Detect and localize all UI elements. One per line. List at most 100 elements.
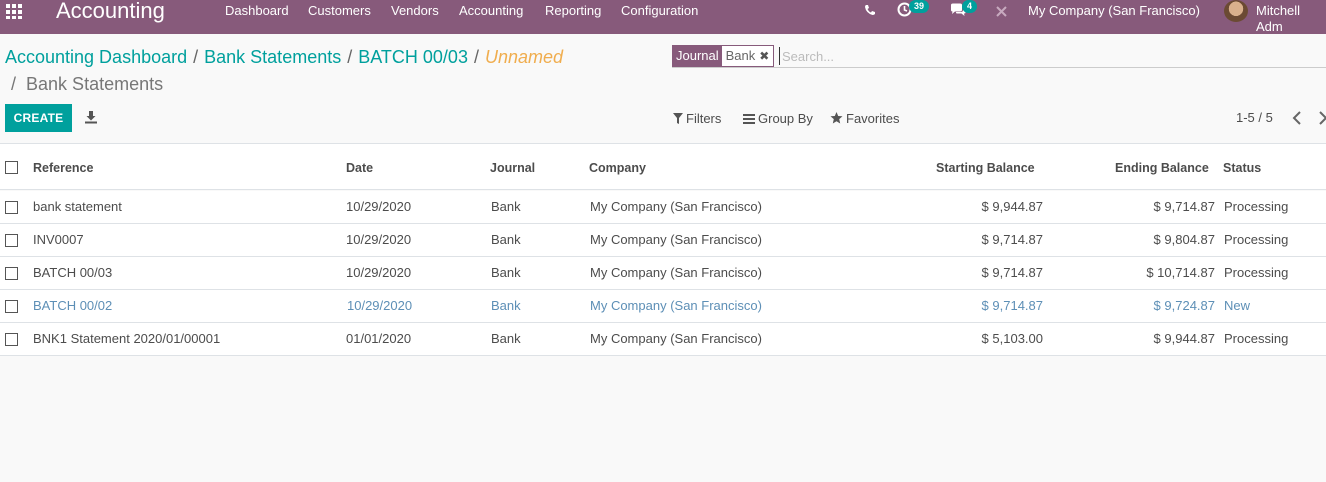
cell-starting-balance: $ 9,714.87 xyxy=(981,232,1043,247)
group-by-label: Group By xyxy=(758,111,813,126)
cell-ending-balance: $ 9,944.87 xyxy=(1153,331,1215,346)
table-header-row: Reference Date Journal Company Starting … xyxy=(0,143,1326,190)
breadcrumb-separator: / xyxy=(347,47,353,67)
column-header-ending-balance[interactable]: Ending Balance xyxy=(1115,160,1209,176)
cell-date: 10/29/2020 xyxy=(347,298,413,313)
cell-company: My Company (San Francisco) xyxy=(590,265,762,280)
menu-accounting[interactable]: Accounting xyxy=(459,3,523,19)
row-checkbox[interactable] xyxy=(5,201,18,214)
row-checkbox[interactable] xyxy=(5,333,18,346)
tools-icon[interactable] xyxy=(996,6,1007,17)
facet-value: Bank xyxy=(721,46,760,66)
cell-journal: Bank xyxy=(491,232,521,247)
cell-status: New xyxy=(1224,298,1251,313)
favorites-label: Favorites xyxy=(846,111,900,126)
cell-status: Processing xyxy=(1224,232,1289,247)
cell-company: My Company (San Francisco) xyxy=(590,199,762,214)
favorites-button[interactable]: Favorites xyxy=(830,111,899,127)
table-row[interactable]: BATCH 00/03 10/29/2020 Bank My Company (… xyxy=(0,257,1326,290)
search-bar: Journal Bank ✖ xyxy=(672,45,1326,68)
cell-status: Processing xyxy=(1224,265,1289,280)
cell-starting-balance: $ 9,944.87 xyxy=(981,199,1043,214)
filter-icon xyxy=(673,113,683,124)
phone-icon[interactable] xyxy=(864,4,876,16)
menu-reporting[interactable]: Reporting xyxy=(545,3,601,19)
user-menu[interactable]: Mitchell Adm xyxy=(1256,3,1326,35)
breadcrumb: Accounting Dashboard / Bank Statements / BAT… xyxy=(5,45,563,69)
cell-starting-balance: $ 9,714.87 xyxy=(981,265,1043,280)
cell-starting-balance: $ 5,103.00 xyxy=(981,331,1043,346)
column-header-company[interactable]: Company xyxy=(589,160,646,176)
menu-vendors[interactable]: Vendors xyxy=(391,3,439,19)
breadcrumb-unnamed[interactable]: Unnamed xyxy=(485,47,563,67)
cell-status: Processing xyxy=(1224,199,1289,214)
select-all-checkbox[interactable] xyxy=(5,161,18,174)
chevron-left-icon[interactable] xyxy=(1290,109,1304,127)
search-input[interactable] xyxy=(779,47,1319,65)
column-header-reference[interactable]: Reference xyxy=(33,160,93,176)
breadcrumb-batch[interactable]: BATCH 00/03 xyxy=(358,47,468,67)
row-checkbox[interactable] xyxy=(5,234,18,247)
breadcrumb-bank-statements[interactable]: Bank Statements xyxy=(204,47,341,67)
cell-company: My Company (San Francisco) xyxy=(590,331,762,346)
cell-journal: Bank xyxy=(491,199,521,214)
table-row[interactable]: BNK1 Statement 2020/01/00001 01/01/2020 … xyxy=(0,323,1326,356)
cell-ending-balance: $ 9,724.87 xyxy=(1153,298,1215,313)
table-row[interactable]: bank statement 10/29/2020 Bank My Compan… xyxy=(0,191,1326,224)
table-row[interactable]: BATCH 00/02 10/29/2020 Bank My Company (… xyxy=(0,290,1326,323)
cell-ending-balance: $ 9,714.87 xyxy=(1153,199,1215,214)
cell-date: 10/29/2020 xyxy=(346,265,412,280)
column-header-starting-balance[interactable]: Starting Balance xyxy=(936,160,1035,176)
cell-date: 10/29/2020 xyxy=(346,199,412,214)
bars-icon xyxy=(743,114,755,124)
filters-label: Filters xyxy=(686,111,722,126)
search-facet: Journal Bank ✖ xyxy=(672,45,775,67)
cell-journal: Bank xyxy=(491,265,521,280)
cell-reference: BATCH 00/03 xyxy=(33,265,113,280)
star-icon xyxy=(830,112,843,124)
cell-ending-balance: $ 9,804.87 xyxy=(1153,232,1215,247)
cell-reference: bank statement xyxy=(33,199,122,214)
activity-count-badge: 39 xyxy=(909,0,930,13)
cell-status: Processing xyxy=(1224,331,1289,346)
cell-company: My Company (San Francisco) xyxy=(590,232,762,247)
facet-remove-icon[interactable]: ✖ xyxy=(759,46,774,66)
menu-dashboard[interactable]: Dashboard xyxy=(225,3,289,19)
group-by-button[interactable]: Group By xyxy=(743,111,813,127)
cell-reference: BATCH 00/02 xyxy=(33,298,113,313)
menu-configuration[interactable]: Configuration xyxy=(621,3,698,19)
cell-date: 01/01/2020 xyxy=(346,331,412,346)
column-header-journal[interactable]: Journal xyxy=(490,160,535,176)
pager-value[interactable]: 1-5 / 5 xyxy=(1236,110,1273,126)
breadcrumb-separator: / xyxy=(473,47,479,67)
message-count-badge: 4 xyxy=(962,0,978,13)
user-avatar[interactable] xyxy=(1224,0,1248,22)
facet-label: Journal xyxy=(673,46,722,66)
breadcrumb-current-line: / Bank Statements xyxy=(11,72,163,96)
column-header-date[interactable]: Date xyxy=(346,160,373,176)
cell-reference: BNK1 Statement 2020/01/00001 xyxy=(33,331,221,346)
breadcrumb-separator: / xyxy=(11,74,17,94)
apps-grid-icon[interactable] xyxy=(6,4,24,20)
create-button[interactable]: CREATE xyxy=(5,104,72,132)
breadcrumb-separator: / xyxy=(193,47,199,67)
breadcrumb-accounting-dashboard[interactable]: Accounting Dashboard xyxy=(5,47,187,67)
chevron-right-icon[interactable] xyxy=(1316,109,1326,127)
download-icon[interactable] xyxy=(84,110,98,124)
cell-company: My Company (San Francisco) xyxy=(590,298,762,313)
row-checkbox[interactable] xyxy=(5,267,18,280)
cell-reference: INV0007 xyxy=(33,232,84,247)
menu-customers[interactable]: Customers xyxy=(308,3,371,19)
table-row[interactable]: INV0007 10/29/2020 Bank My Company (San … xyxy=(0,224,1326,257)
row-checkbox[interactable] xyxy=(5,300,18,313)
cell-ending-balance: $ 10,714.87 xyxy=(1146,265,1215,280)
breadcrumb-current: Bank Statements xyxy=(26,74,164,94)
cell-date: 10/29/2020 xyxy=(346,232,412,247)
top-navbar: Accounting Dashboard Customers Vendors A… xyxy=(0,0,1326,34)
app-title[interactable]: Accounting xyxy=(56,0,165,23)
filters-button[interactable]: Filters xyxy=(673,111,721,127)
company-switcher[interactable]: My Company (San Francisco) xyxy=(1028,3,1200,19)
cell-journal: Bank xyxy=(491,298,521,313)
column-header-status[interactable]: Status xyxy=(1223,160,1261,176)
cell-journal: Bank xyxy=(491,331,521,346)
